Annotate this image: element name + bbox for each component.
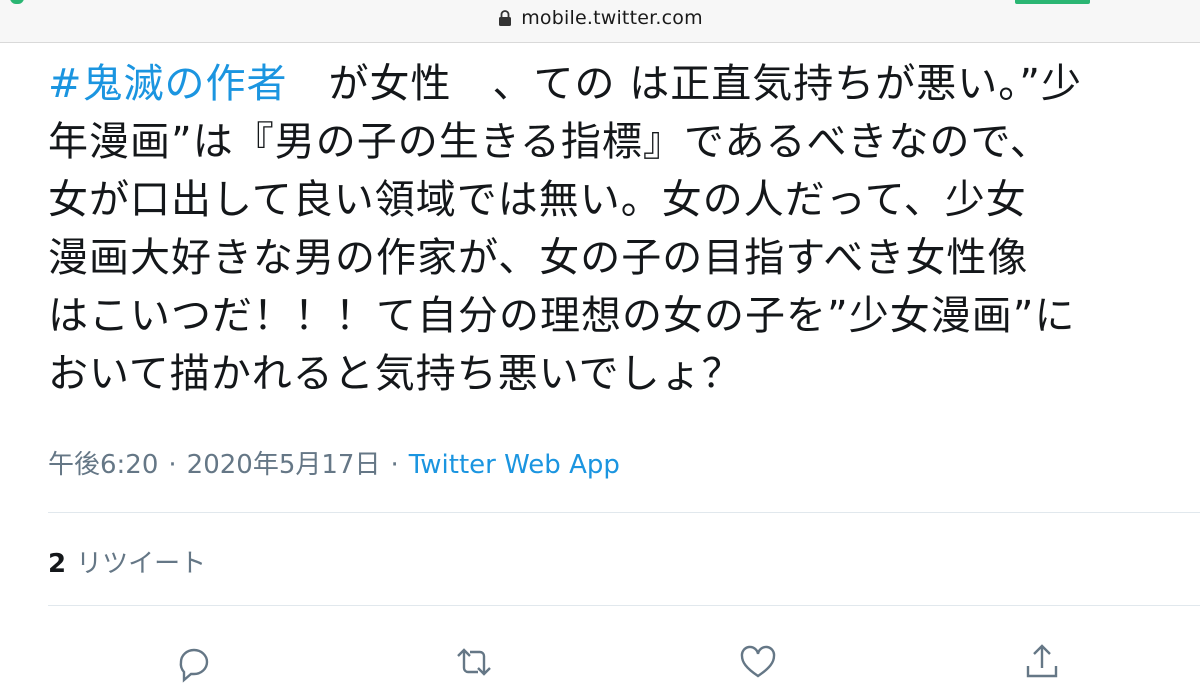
divider — [48, 512, 1200, 513]
reply-icon — [179, 648, 209, 683]
share-icon — [1026, 644, 1058, 678]
share-button[interactable] — [1020, 640, 1066, 680]
browser-toolbar: mobile.twitter.com — [0, 0, 1200, 43]
tweet-date[interactable]: 2020年5月17日 — [187, 450, 381, 480]
tweet-meta: 午後6:20 · 2020年5月17日 · Twitter Web App — [48, 444, 620, 481]
tweet-line-2: 年漫画”は『男の子の生きる指標』であるべきなので、 — [48, 119, 1051, 165]
tweet-line-3: 女が口出して良い領域では無い。女の人だって、少女 — [48, 177, 1027, 223]
divider — [48, 605, 1200, 606]
tweet-line-6: おいて描かれると気持ち悪いでしょ？ — [48, 351, 743, 397]
like-button[interactable] — [736, 640, 782, 680]
tweet-line-4: 漫画大好きな男の作家が、女の子の目指すべき女性像 — [48, 235, 1029, 281]
like-icon — [740, 645, 776, 678]
page-load-indicator — [1015, 0, 1090, 4]
lock-icon — [499, 10, 512, 26]
retweet-button[interactable] — [452, 640, 498, 680]
address-bar[interactable]: mobile.twitter.com — [0, 6, 1200, 30]
retweet-count: 2 — [48, 549, 67, 579]
tweet-line-5: はこいつだ！！！て自分の理想の女の子を”少女漫画”に — [48, 293, 1076, 339]
tweet-line-1: #鬼滅の作者 が女性 、ての は正直気持ちが悪い。”少 — [48, 55, 1158, 113]
tweet-action-bar — [0, 640, 1200, 683]
url-text: mobile.twitter.com — [521, 7, 703, 29]
tweet-text: #鬼滅の作者 が女性 、ての は正直気持ちが悪い。”少 年漫画”は『男の子の生き… — [48, 55, 1158, 403]
tweet-line-text: が女性 、ての は正直気持ちが悪い。”少 — [287, 61, 1082, 107]
retweet-label: リツイート — [76, 549, 207, 579]
retweet-stats[interactable]: 2 リツイート — [48, 543, 206, 580]
tweet-time[interactable]: 午後6:20 — [48, 450, 158, 480]
tweet-source-link[interactable]: Twitter Web App — [409, 450, 620, 480]
status-indicator — [10, 0, 24, 4]
meta-separator: · — [168, 450, 177, 480]
retweet-icon — [457, 648, 491, 676]
hashtag-link[interactable]: #鬼滅の作者 — [48, 61, 288, 107]
meta-separator: · — [390, 450, 399, 480]
reply-button[interactable] — [172, 640, 218, 683]
